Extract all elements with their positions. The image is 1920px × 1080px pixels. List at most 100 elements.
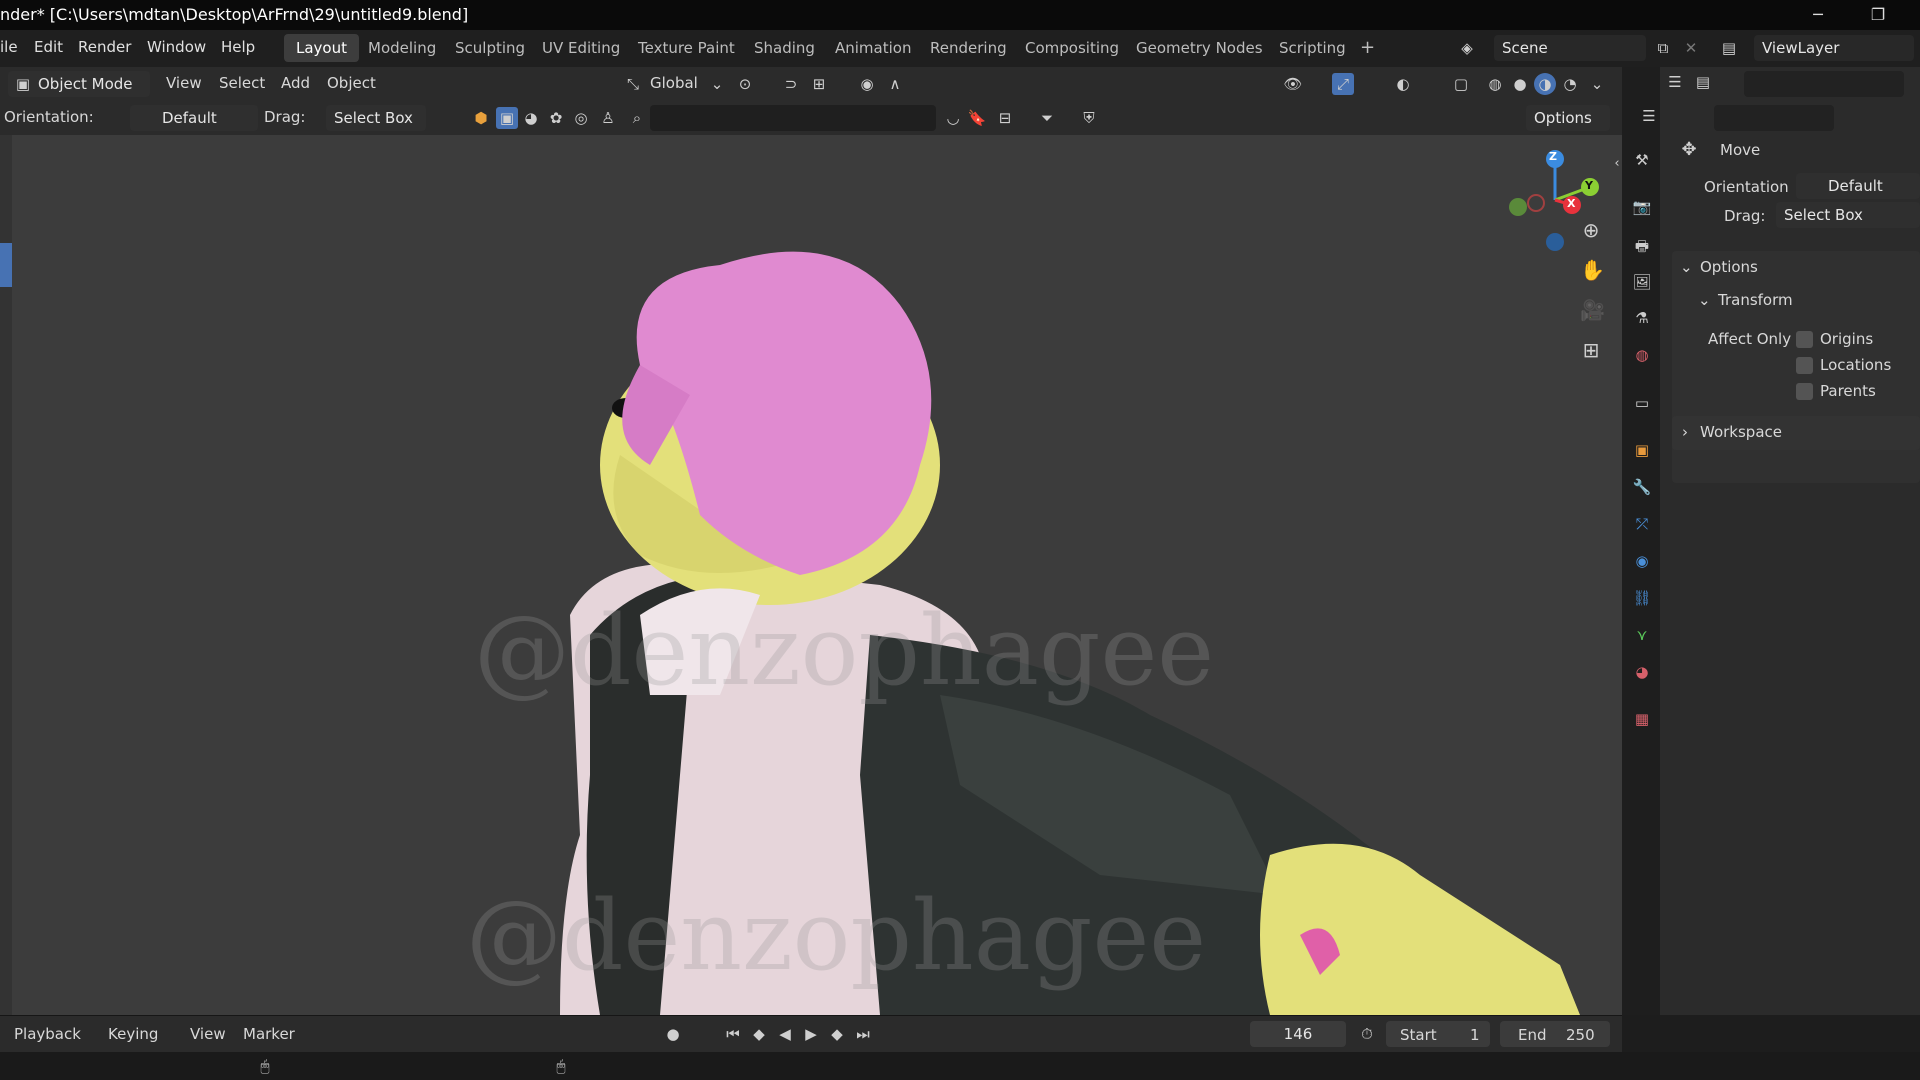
select-box-mode-icon[interactable]: ▣ — [496, 107, 518, 129]
origins-checkbox[interactable] — [1796, 331, 1813, 348]
tab-scripting[interactable]: Scripting — [1267, 34, 1358, 62]
modifier-properties-icon[interactable]: 🔧 — [1632, 477, 1652, 497]
3d-viewport[interactable]: @denzophagee @denzophagee Z Y X ⊕ ✋ 🎥 ⊞ … — [0, 135, 1622, 1015]
camera-icon[interactable]: 🎥 — [1580, 299, 1605, 321]
overlays-icon[interactable]: ◐ — [1392, 73, 1414, 95]
solid-shading-icon[interactable]: ● — [1509, 73, 1531, 95]
particles-properties-icon[interactable]: ⤱ — [1632, 514, 1652, 534]
restore-button[interactable]: ❐ — [1858, 2, 1898, 28]
zoom-icon[interactable]: ⊕ — [1580, 219, 1602, 241]
texture-properties-icon[interactable]: ▦ — [1632, 709, 1652, 729]
options-dropdown[interactable]: Options — [1526, 105, 1610, 131]
snap-icon[interactable]: ⊃ — [780, 73, 802, 95]
constraints-properties-icon[interactable]: ⛓ — [1632, 588, 1652, 608]
sphere-icon[interactable]: ◕ — [520, 107, 542, 129]
wireframe-shading-icon[interactable]: ◍ — [1484, 73, 1506, 95]
playback-menu[interactable]: Playback — [14, 1025, 81, 1043]
bookmark-icon[interactable]: 🔖 — [966, 107, 988, 129]
menu-window[interactable]: Window — [147, 38, 206, 56]
display-mode-icon[interactable]: ▤ — [1692, 71, 1714, 93]
drag-field[interactable]: Select Box — [1776, 202, 1920, 228]
collapse-icon[interactable]: ◡ — [942, 107, 964, 129]
prev-keyframe-icon[interactable]: ◆ — [748, 1023, 770, 1045]
material-properties-icon[interactable]: ◕ — [1632, 662, 1652, 682]
scene-icon[interactable]: ◈ — [1456, 37, 1478, 59]
shield-icon[interactable]: ⛨ — [1078, 107, 1100, 129]
material-shading-icon[interactable]: ◑ — [1534, 73, 1556, 95]
editor-type-icon[interactable]: ☰ — [1664, 71, 1686, 93]
menu-help[interactable]: Help — [221, 38, 255, 56]
tab-rendering[interactable]: Rendering — [918, 34, 1019, 62]
panel-search-input[interactable] — [1714, 105, 1834, 131]
scene-selector[interactable]: Scene — [1494, 35, 1646, 61]
orientation-selector[interactable]: Default — [130, 105, 258, 131]
record-icon[interactable]: ● — [662, 1023, 684, 1045]
rendered-shading-icon[interactable]: ◔ — [1559, 73, 1581, 95]
tab-layout[interactable]: Layout — [284, 34, 359, 62]
pan-hand-icon[interactable]: ✋ — [1580, 259, 1605, 281]
options-section-header[interactable]: Options — [1700, 258, 1758, 276]
xray-icon[interactable]: ▢ — [1450, 73, 1472, 95]
paint-icon[interactable]: ✿ — [545, 107, 567, 129]
filter-icon[interactable]: ⏷ — [1036, 107, 1058, 129]
visibility-eye-icon[interactable]: 👁 — [1282, 73, 1304, 95]
menu-render[interactable]: Render — [78, 38, 131, 56]
next-keyframe-icon[interactable]: ◆ — [826, 1023, 848, 1045]
minimize-button[interactable]: ─ — [1798, 2, 1838, 28]
play-reverse-icon[interactable]: ◀ — [774, 1023, 796, 1045]
view-layer-selector[interactable]: ViewLayer — [1754, 35, 1914, 61]
menu-view[interactable]: View — [166, 74, 202, 92]
tab-texture-paint[interactable]: Texture Paint — [626, 34, 747, 62]
texture-icon[interactable]: ◎ — [570, 107, 592, 129]
stopwatch-icon[interactable]: ⏱ — [1356, 1023, 1378, 1045]
options-chevron-icon[interactable]: ⌄ — [1680, 258, 1693, 276]
tab-compositing[interactable]: Compositing — [1013, 34, 1131, 62]
shading-options-icon[interactable]: ⌄ — [1586, 73, 1608, 95]
world-properties-icon[interactable]: ◍ — [1632, 345, 1652, 365]
delete-scene-icon[interactable]: ✕ — [1680, 37, 1702, 59]
tab-geometry-nodes[interactable]: Geometry Nodes — [1124, 34, 1275, 62]
view-layer-properties-icon[interactable]: 🖼 — [1632, 272, 1652, 292]
tab-uv-editing[interactable]: UV Editing — [530, 34, 632, 62]
tab-sculpting[interactable]: Sculpting — [443, 34, 537, 62]
menu-select[interactable]: Select — [219, 74, 265, 92]
gizmo-toggle-icon[interactable]: ⤢ — [1332, 73, 1354, 95]
drag-selector[interactable]: Select Box — [326, 105, 426, 131]
tab-shading[interactable]: Shading — [742, 34, 827, 62]
jump-start-icon[interactable]: ⏮ — [722, 1023, 744, 1045]
add-workspace-button[interactable]: + — [1348, 34, 1387, 62]
scene-properties-icon[interactable]: ⚗ — [1632, 308, 1652, 328]
timeline-view-menu[interactable]: View — [190, 1025, 226, 1043]
armature-icon[interactable]: ♙ — [597, 107, 619, 129]
object-properties-icon[interactable]: ▣ — [1632, 440, 1652, 460]
collection-properties-icon[interactable]: ▭ — [1632, 393, 1652, 413]
tab-animation[interactable]: Animation — [823, 34, 923, 62]
proportional-editing-icon[interactable]: ◉ — [856, 73, 878, 95]
tool-properties-icon[interactable]: ⚒ — [1632, 150, 1652, 170]
workspace-section-header[interactable]: Workspace — [1700, 423, 1782, 441]
current-frame-field[interactable]: 146 — [1250, 1021, 1346, 1047]
menu-object[interactable]: Object — [327, 74, 376, 92]
sort-icon[interactable]: ⊟ — [994, 107, 1016, 129]
play-icon[interactable]: ▶ — [800, 1023, 822, 1045]
pivot-point-icon[interactable]: ⊙ — [734, 73, 756, 95]
render-properties-icon[interactable]: 📷 — [1632, 197, 1652, 217]
tab-modeling[interactable]: Modeling — [356, 34, 448, 62]
workspace-chevron-icon[interactable]: › — [1682, 423, 1688, 441]
chevron-down-icon[interactable]: ⌄ — [706, 73, 728, 95]
menu-add[interactable]: Add — [281, 74, 310, 92]
properties-search-input[interactable] — [1744, 71, 1904, 97]
transform-orientation-selector[interactable]: Global — [650, 74, 698, 92]
panel-options-icon[interactable]: ☰ — [1638, 105, 1660, 127]
parents-checkbox[interactable] — [1796, 383, 1813, 400]
physics-properties-icon[interactable]: ◉ — [1632, 551, 1652, 571]
transform-chevron-icon[interactable]: ⌄ — [1698, 291, 1711, 309]
sidebar-toggle-icon[interactable]: ‹ — [1606, 153, 1622, 175]
locations-checkbox[interactable] — [1796, 357, 1813, 374]
menu-edit[interactable]: Edit — [34, 38, 63, 56]
orientation-field[interactable]: Default — [1796, 173, 1920, 199]
snap-target-icon[interactable]: ⊞ — [808, 73, 830, 95]
keying-menu[interactable]: Keying — [108, 1025, 158, 1043]
marker-menu[interactable]: Marker — [243, 1025, 295, 1043]
data-properties-icon[interactable]: ⋎ — [1632, 625, 1652, 645]
